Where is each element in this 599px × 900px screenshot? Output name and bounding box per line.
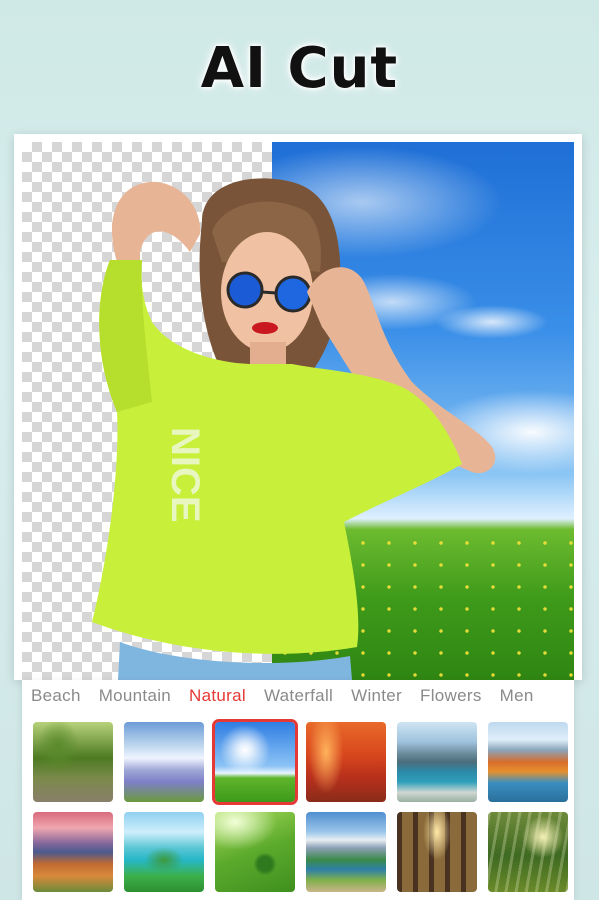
thumbnail-green-field-tree[interactable] [215,812,295,892]
background-picker-panel: Beach Mountain Natural Waterfall Winter Flowe… [22,680,574,900]
page-title: AI Cut [200,36,399,101]
thumbnail-sky-grass[interactable] [212,719,298,805]
cutout-person[interactable]: NICE [22,142,574,680]
svg-text:NICE: NICE [163,427,207,523]
tab-mountain[interactable]: Mountain [90,680,180,706]
thumbnail-lavender-sky[interactable] [124,722,204,802]
thumbnail-mountain-lake-road[interactable] [306,812,386,892]
category-tabs: Beach Mountain Natural Waterfall Winter Flowe… [22,680,574,714]
editor-canvas[interactable]: NICE [14,134,582,680]
thumbnail-autumn-forest[interactable] [306,722,386,802]
thumbnail-sunset-valley[interactable] [33,812,113,892]
tab-waterfall[interactable]: Waterfall [255,680,342,706]
thumbnail-autumn-lake[interactable] [488,722,568,802]
thumbnail-lake-mountains[interactable] [397,722,477,802]
tab-winter[interactable]: Winter [342,680,411,706]
thumbnail-forest-sunbeams[interactable] [488,812,568,892]
tab-men[interactable]: Men [491,680,543,706]
thumbnail-tropical-islands[interactable] [124,812,204,892]
tab-beach[interactable]: Beach [22,680,90,706]
tab-flowers[interactable]: Flowers [411,680,491,706]
thumbnail-tree-road[interactable] [33,722,113,802]
thumbnail-sunlit-forest[interactable] [397,812,477,892]
tab-natural[interactable]: Natural [180,680,255,706]
